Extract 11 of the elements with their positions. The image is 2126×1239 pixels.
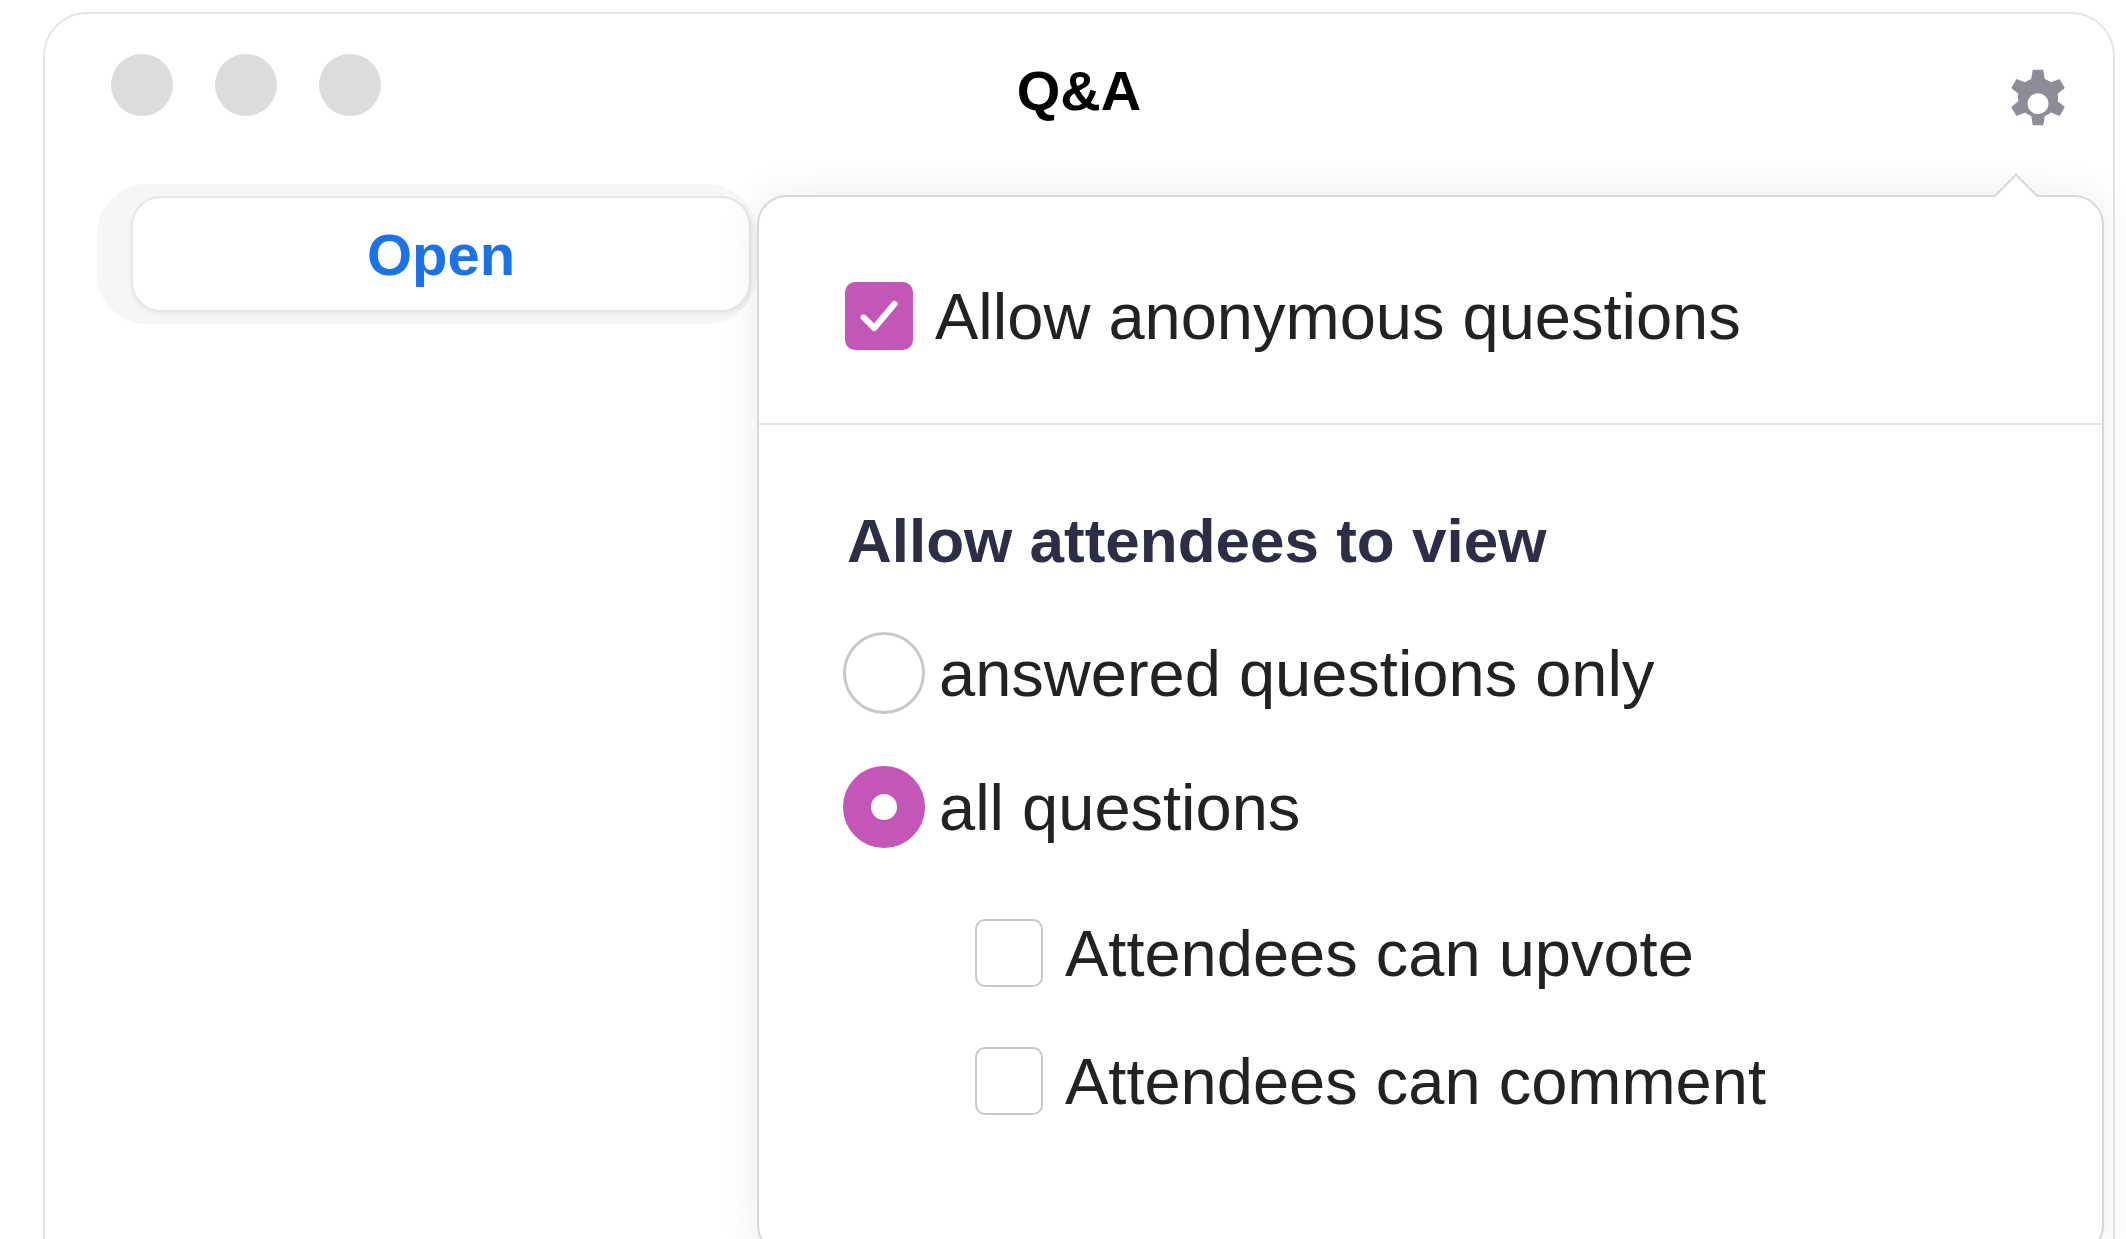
- section-heading: Allow attendees to view: [847, 505, 1548, 576]
- checkbox[interactable]: [975, 1047, 1043, 1115]
- radio-label: answered questions only: [939, 635, 1655, 711]
- checkbox-label: Attendees can upvote: [1065, 915, 1694, 991]
- radio-label: all questions: [939, 769, 1301, 845]
- checkbox[interactable]: [975, 919, 1043, 987]
- checkbox-label: Allow anonymous questions: [935, 278, 1741, 354]
- checkbox-label: Attendees can comment: [1065, 1043, 1766, 1119]
- window-title: Q&A: [1016, 58, 1142, 123]
- open-tab[interactable]: Open: [131, 196, 751, 312]
- checkbox[interactable]: [845, 282, 913, 350]
